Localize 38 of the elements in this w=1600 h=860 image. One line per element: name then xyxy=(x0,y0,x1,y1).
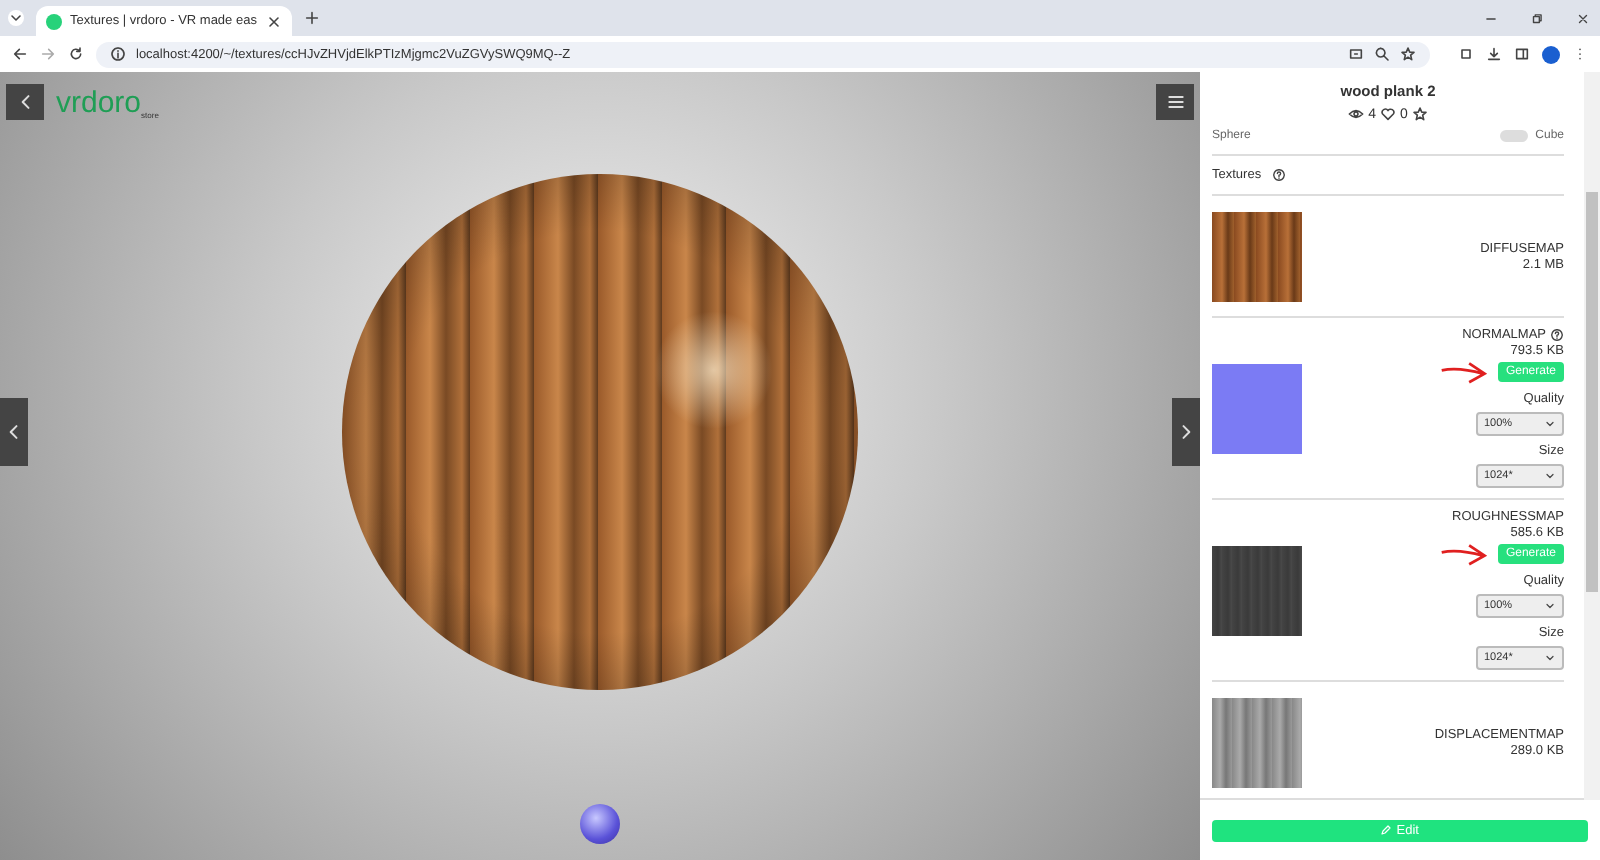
light-orb-drawing xyxy=(580,804,620,844)
bookmark-star-icon[interactable] xyxy=(1400,46,1416,62)
pencil-icon xyxy=(1380,823,1393,835)
caret-icon xyxy=(1544,652,1556,664)
shape-toggle[interactable] xyxy=(1499,129,1528,141)
menu-button[interactable] xyxy=(1156,84,1194,120)
heart-icon[interactable] xyxy=(1380,106,1396,122)
sidebar-icon[interactable] xyxy=(1514,46,1530,62)
menu-icon xyxy=(1165,92,1185,112)
arrow-annotation-icon xyxy=(1437,360,1490,384)
star-icon[interactable] xyxy=(1411,106,1428,122)
tab-search-icon[interactable] xyxy=(8,10,24,26)
zoom-icon[interactable] xyxy=(1374,46,1390,62)
extensions-icon[interactable] xyxy=(1458,46,1474,62)
info-icon[interactable] xyxy=(110,46,126,62)
texture-thumbnail xyxy=(1212,545,1302,635)
screen-icon[interactable] xyxy=(1348,46,1364,62)
help-icon[interactable] xyxy=(1271,168,1286,182)
caret-icon xyxy=(1544,418,1556,430)
download-icon[interactable] xyxy=(1486,46,1502,62)
back-button[interactable] xyxy=(6,84,44,120)
profile-avatar[interactable] xyxy=(1542,45,1560,63)
favicon-icon xyxy=(46,13,62,29)
reload-icon[interactable] xyxy=(68,46,84,62)
texture-thumbnail xyxy=(1212,363,1302,453)
close-icon[interactable] xyxy=(1576,11,1590,25)
caret-icon xyxy=(1544,600,1556,612)
eye-icon xyxy=(1348,106,1365,122)
texture-thumbnail xyxy=(1212,211,1302,301)
scrollbar[interactable] xyxy=(1584,72,1600,800)
restore-icon[interactable] xyxy=(1530,11,1544,25)
arrow-annotation-icon xyxy=(1437,542,1490,566)
new-tab-icon[interactable] xyxy=(304,10,320,26)
back-icon[interactable] xyxy=(12,46,28,62)
close-tab-icon[interactable] xyxy=(266,13,282,29)
help-icon[interactable] xyxy=(1550,328,1564,342)
caret-icon xyxy=(1544,470,1556,482)
texture-thumbnail xyxy=(1212,697,1302,787)
